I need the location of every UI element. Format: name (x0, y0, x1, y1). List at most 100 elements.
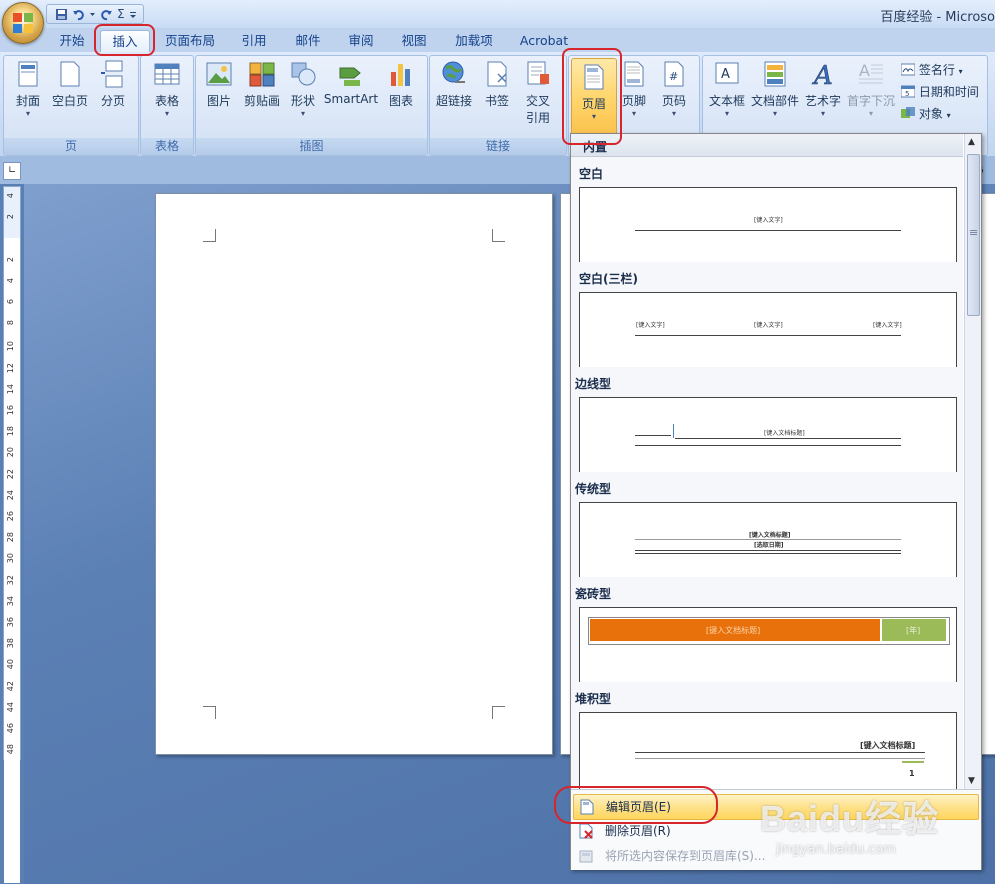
redo-icon[interactable] (100, 8, 113, 21)
clip-art-button[interactable]: 剪贴画 (240, 60, 284, 109)
section-title: 空白(三栏) (579, 272, 638, 286)
header-option-traditional[interactable]: [键入文档标题] [选取日期] (579, 502, 957, 577)
chevron-down-icon: ▾ (772, 109, 777, 118)
customize-qat-icon[interactable] (129, 8, 137, 21)
ruler-number: 22 (6, 468, 15, 479)
text-box-button[interactable]: A 文本框 ▾ (707, 60, 747, 119)
save-to-gallery-icon (579, 850, 593, 863)
chevron-down-icon: ▾ (300, 109, 305, 118)
document-page[interactable] (155, 193, 553, 755)
tab-selector[interactable]: ∟ (3, 162, 21, 180)
header-option-tiles[interactable]: [键入文档标题] [年] (579, 607, 957, 682)
page-number-button[interactable]: # 页码 ▾ (655, 60, 693, 119)
preview-text: [键入文档标题] (706, 626, 761, 635)
hyperlink-button[interactable]: 超链接 (432, 60, 476, 109)
header-option-blank[interactable]: [键入文字] (579, 187, 957, 262)
header-icon (584, 64, 604, 90)
drop-cap-button[interactable]: A 首字下沉 ▾ (845, 60, 897, 119)
tab-view[interactable]: 视图 (394, 30, 434, 52)
preview-text: [键入文字] (754, 322, 783, 329)
object-button[interactable]: 对象 ▾ (901, 105, 951, 122)
ruler-number: 36 (6, 617, 15, 628)
footer-icon (624, 61, 644, 87)
preview-sideline (673, 424, 674, 438)
preview-line (635, 758, 925, 759)
tab-mailings[interactable]: 邮件 (288, 30, 328, 52)
preview-line (635, 230, 901, 231)
shapes-icon (291, 62, 316, 86)
signature-line-button[interactable]: 签名行 ▾ (900, 61, 963, 78)
tab-review[interactable]: 审阅 (341, 30, 381, 52)
group-illustrations-label: 插图 (196, 138, 427, 155)
preview-line (635, 445, 901, 446)
footer-button[interactable]: 页脚 ▾ (617, 60, 651, 119)
tab-insert[interactable]: 插入 (100, 30, 150, 53)
scrollbar-thumb[interactable] (967, 154, 980, 316)
chevron-down-icon: ▾ (724, 109, 729, 118)
preview-line (635, 335, 901, 336)
tab-acrobat[interactable]: Acrobat (514, 30, 574, 52)
group-pages: 封面 ▾ 空白页 分页 页 (3, 55, 139, 156)
quick-parts-button[interactable]: 文档部件 ▾ (749, 60, 801, 119)
page-break-icon (101, 60, 123, 88)
page-break-button[interactable]: 分页 (95, 60, 131, 109)
sum-icon[interactable]: Σ (117, 7, 125, 21)
tab-home[interactable]: 开始 (50, 30, 94, 52)
header-gallery: 内置 空白 [键入文字] 空白(三栏) [键入文字] [键入文字] [键入文字]… (571, 134, 963, 789)
scroll-down-icon[interactable]: ▼ (968, 776, 975, 786)
header-button[interactable]: 页眉 ▾ (571, 58, 617, 140)
group-table: 表格 ▾ 表格 (140, 55, 194, 156)
cross-reference-label-1: 交叉 (525, 94, 550, 108)
chart-label: 图表 (388, 94, 413, 108)
date-time-label: 日期和时间 (918, 85, 979, 99)
ruler-number: 18 (6, 426, 15, 437)
ruler-number: 38 (6, 638, 15, 649)
header-option-sideline[interactable]: [键入文档标题] (579, 397, 957, 472)
calendar-icon: 5 (900, 85, 916, 98)
table-button[interactable]: 表格 ▾ (147, 60, 187, 119)
ruler-number: 30 (6, 553, 15, 564)
office-button[interactable] (2, 2, 44, 44)
header-option-blank-three-columns[interactable]: [键入文字] [键入文字] [键入文字] (579, 292, 957, 367)
gallery-scrollbar[interactable]: ▲ ▼ (964, 134, 981, 789)
bookmark-button[interactable]: 书签 (480, 60, 514, 109)
wordart-button[interactable]: A 艺术字 ▾ (803, 60, 843, 119)
svg-text:5: 5 (905, 90, 909, 98)
group-pages-label: 页 (4, 138, 138, 155)
ruler-number: 32 (6, 574, 15, 585)
scroll-up-icon[interactable]: ▲ (968, 137, 975, 147)
tab-addins[interactable]: 加载项 (448, 30, 500, 52)
shapes-button[interactable]: 形状 ▾ (286, 60, 320, 119)
header-option-stacks[interactable]: [键入文档标题] 1 (579, 712, 957, 789)
undo-icon[interactable] (72, 8, 85, 21)
preview-text: [键入文档标题] (749, 532, 791, 539)
smartart-button[interactable]: SmartArt (323, 60, 379, 106)
signature-line-label: 签名行 (918, 63, 955, 77)
date-time-button[interactable]: 5 日期和时间 (900, 83, 979, 100)
picture-button[interactable]: 图片 (200, 60, 238, 109)
tab-page-layout[interactable]: 页面布局 (158, 30, 222, 52)
drop-cap-icon: A (859, 61, 883, 84)
preview-text: [键入文档标题] (764, 430, 805, 437)
save-to-gallery-label: 将所选内容保存到页眉库(S)... (605, 849, 766, 863)
ruler-number: 12 (6, 362, 15, 373)
wordart-icon: A (812, 61, 833, 88)
office-logo-icon (13, 13, 33, 33)
preview-text: [选取日期] (754, 542, 784, 549)
shapes-label: 形状 (290, 94, 315, 108)
blank-page-button[interactable]: 空白页 (50, 60, 90, 109)
ruler-number: 20 (6, 447, 15, 458)
preview-text: [年] (906, 626, 921, 635)
cross-reference-button[interactable]: 交叉 引用 (518, 60, 558, 126)
chevron-down-icon[interactable] (89, 8, 96, 21)
tab-references[interactable]: 引用 (234, 30, 274, 52)
ruler-number: 28 (6, 532, 15, 543)
save-icon[interactable] (55, 8, 68, 21)
header-gallery-dropdown: 内置 空白 [键入文字] 空白(三栏) [键入文字] [键入文字] [键入文字]… (570, 133, 982, 870)
section-title: 瓷砖型 (575, 587, 612, 601)
ruler-number: 44 (6, 701, 15, 712)
cover-page-button[interactable]: 封面 ▾ (10, 60, 46, 119)
chart-button[interactable]: 图表 (383, 60, 419, 109)
chevron-down-icon: ▾ (671, 109, 676, 118)
remove-header-label: 删除页眉(R) (605, 824, 671, 838)
